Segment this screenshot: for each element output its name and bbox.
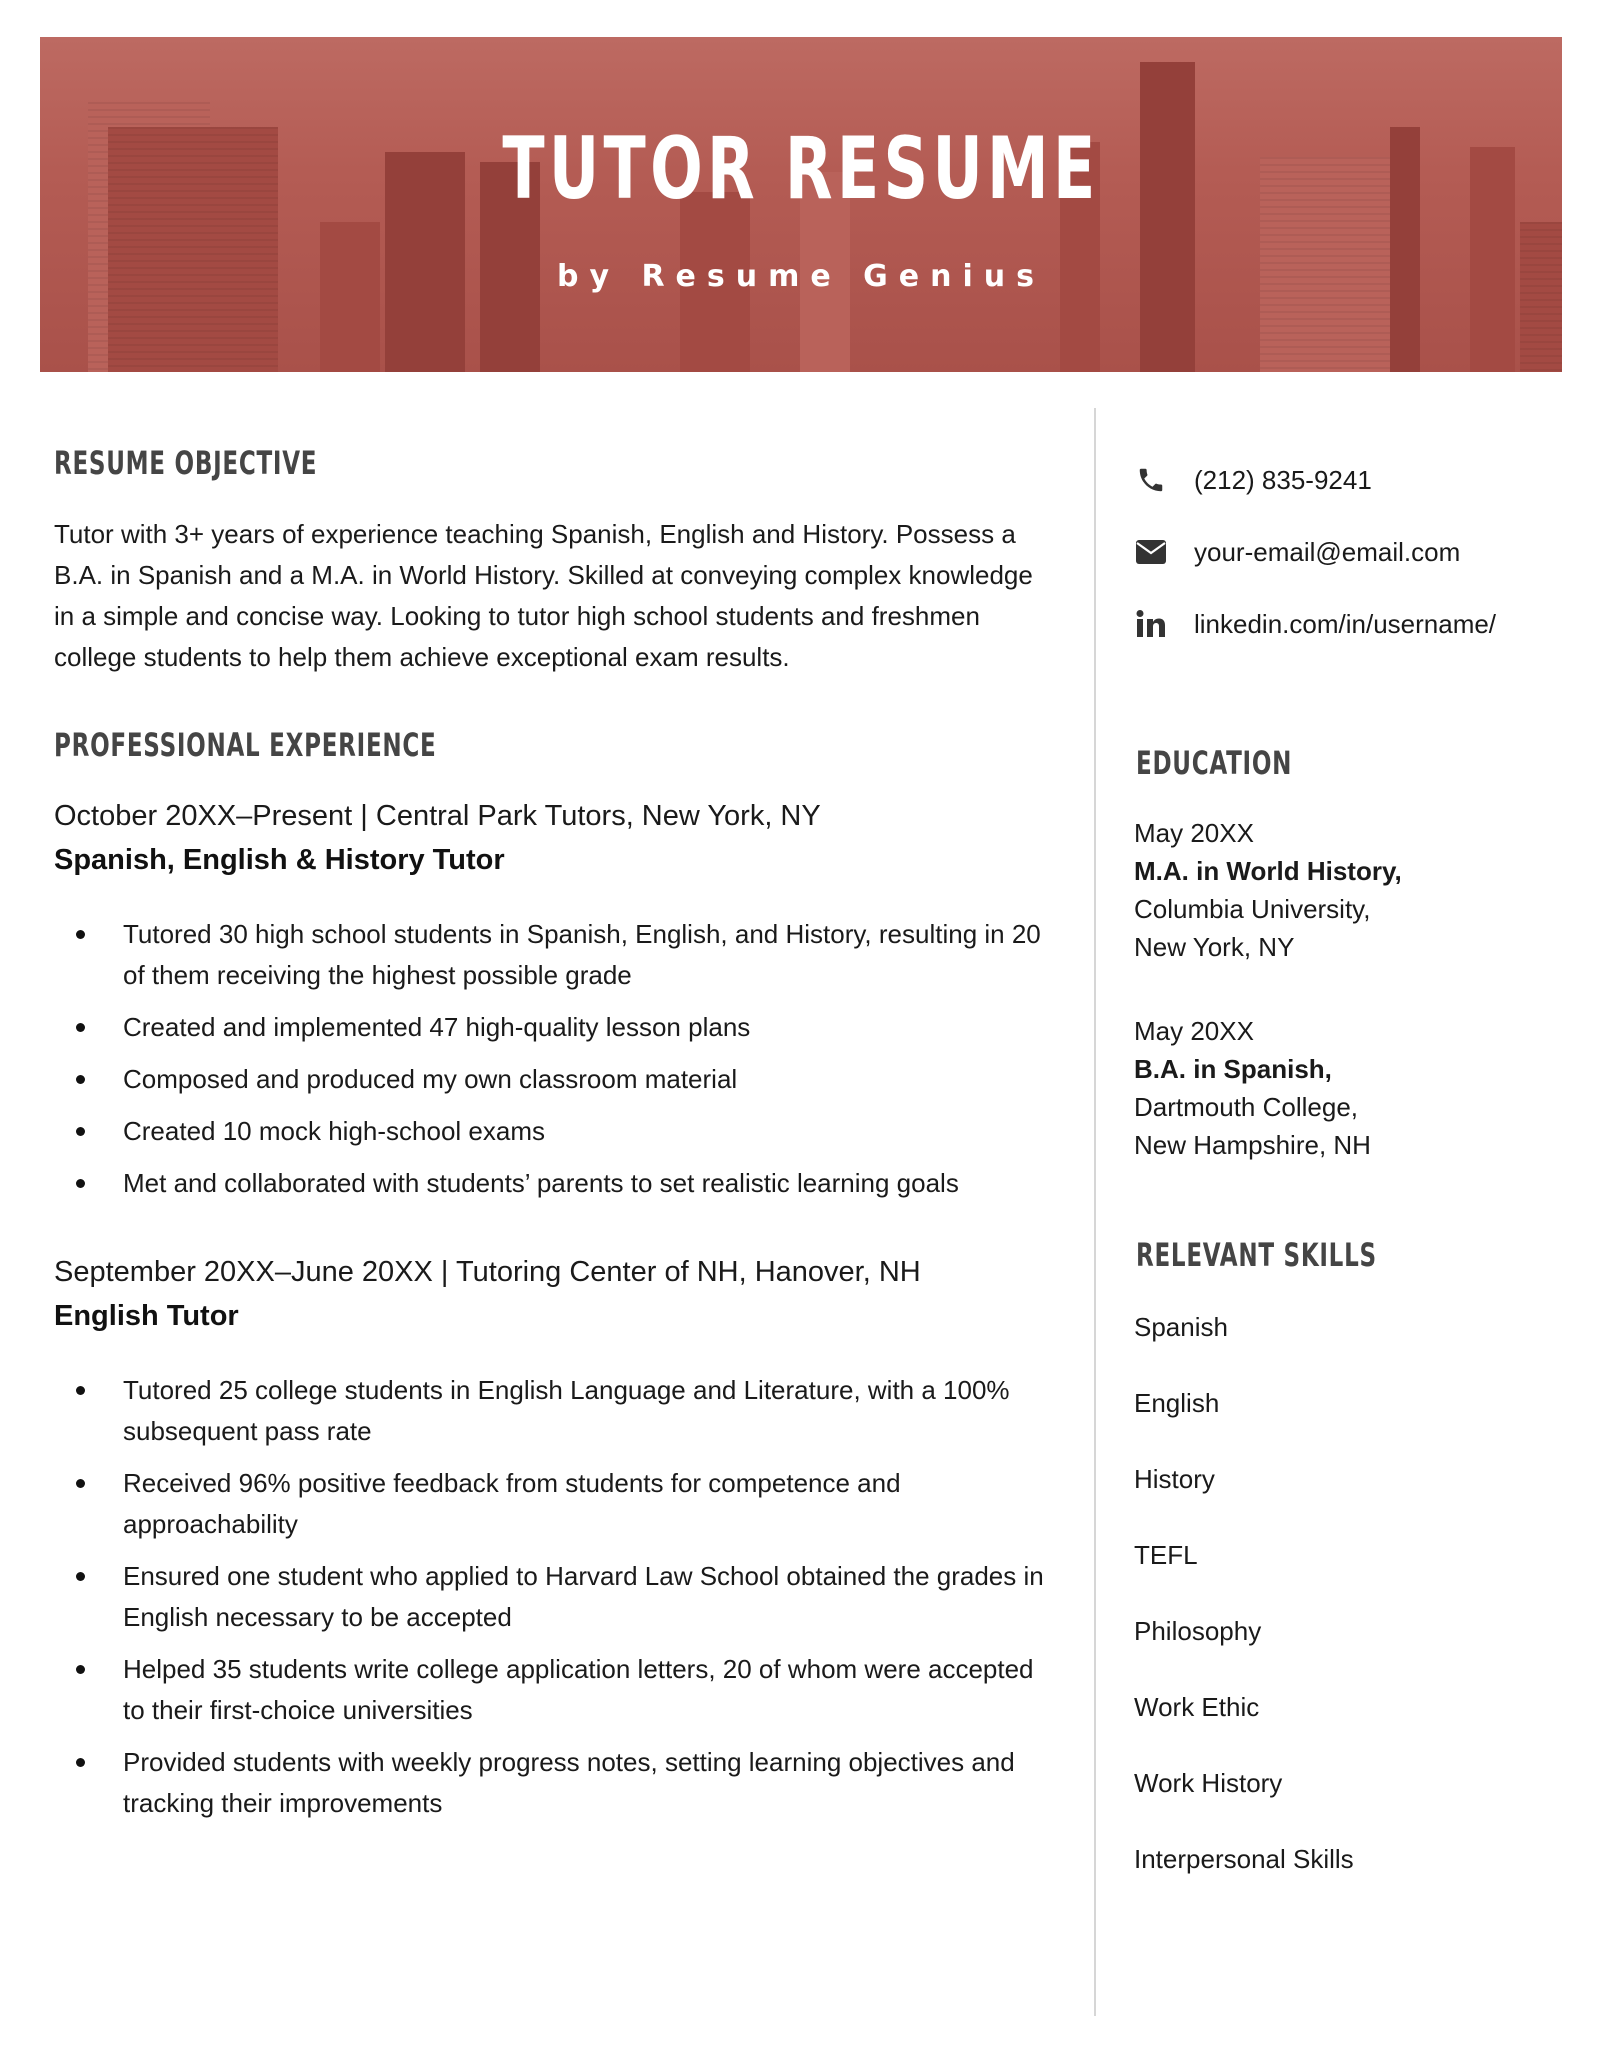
skill-item: Work History: [1134, 1768, 1283, 1798]
experience-section: PROFESSIONAL EXPERIENCE October 20XX–Pre…: [54, 726, 1054, 1824]
job-title: English Tutor: [54, 1300, 239, 1332]
bullet-item: Met and collaborated with students’ pare…: [54, 1163, 1053, 1204]
education-section: EDUCATION May 20XX M.A. in World History…: [1134, 744, 1574, 1164]
objective-text: Tutor with 3+ years of experience teachi…: [54, 519, 1033, 672]
contact-text: (212) 835-9241: [1194, 464, 1372, 495]
contact-section: (212) 835-9241 your-email@email.com link…: [1134, 444, 1574, 660]
job-entry: September 20XX–June 20XX | Tutoring Cent…: [54, 1250, 1054, 1824]
bullet-dot: [76, 1758, 85, 1767]
bullet-item: Tutored 30 high school students in Spani…: [54, 914, 1053, 996]
education-date: May 20XX: [1134, 1016, 1254, 1046]
bullet-text: Ensured one student who applied to Harva…: [123, 1561, 1044, 1632]
building-shape: [1520, 222, 1562, 372]
contact-linkedin[interactable]: linkedin.com/in/username/: [1134, 588, 1574, 660]
bullet-text: Tutored 25 college students in English L…: [123, 1375, 1010, 1446]
bullet-item: Provided students with weekly progress n…: [54, 1742, 1053, 1824]
skills-list: Spanish English History TEFL Philosophy …: [1134, 1308, 1574, 1916]
contact-email[interactable]: your-email@email.com: [1134, 516, 1574, 588]
job-meta: October 20XX–Present | Central Park Tuto…: [54, 800, 821, 832]
skill-item: TEFL: [1134, 1540, 1198, 1570]
education-location: New Hampshire, NH: [1134, 1130, 1371, 1160]
phone-icon: [1134, 465, 1168, 495]
section-heading: EDUCATION: [1136, 744, 1293, 782]
contact-text: linkedin.com/in/username/: [1194, 608, 1497, 639]
education-date: May 20XX: [1134, 818, 1254, 848]
bullet-text: Composed and produced my own classroom m…: [123, 1064, 738, 1094]
bullet-dot: [76, 1075, 85, 1084]
contact-phone[interactable]: (212) 835-9241: [1134, 444, 1574, 516]
main-column: RESUME OBJECTIVE Tutor with 3+ years of …: [54, 440, 1054, 1835]
sidebar-column: (212) 835-9241 your-email@email.com link…: [1134, 440, 1574, 1916]
linkedin-icon: [1134, 609, 1168, 639]
job-title: Spanish, English & History Tutor: [54, 844, 505, 876]
skill-item: English: [1134, 1388, 1220, 1418]
skill-item: History: [1134, 1464, 1215, 1494]
section-heading: RESUME OBJECTIVE: [54, 444, 318, 482]
education-entry: May 20XX B.A. in Spanish, Dartmouth Coll…: [1134, 1012, 1574, 1164]
objective-section: RESUME OBJECTIVE Tutor with 3+ years of …: [54, 444, 1054, 678]
bullet-text: Met and collaborated with students’ pare…: [123, 1168, 959, 1198]
skills-section: RELEVANT SKILLS Spanish English History …: [1134, 1236, 1574, 1916]
education-degree: M.A. in World History,: [1134, 856, 1402, 886]
bullet-item: Created 10 mock high-school exams: [54, 1111, 1053, 1152]
bullet-text: Created 10 mock high-school exams: [123, 1116, 545, 1146]
job-bullets: Tutored 30 high school students in Spani…: [54, 914, 1054, 1204]
bullet-dot: [76, 1665, 85, 1674]
bullet-text: Provided students with weekly progress n…: [123, 1747, 1015, 1818]
skill-item: Spanish: [1134, 1312, 1228, 1342]
bullet-item: Tutored 25 college students in English L…: [54, 1370, 1053, 1452]
bullet-item: Created and implemented 47 high-quality …: [54, 1007, 1053, 1048]
bullet-item: Ensured one student who applied to Harva…: [54, 1556, 1053, 1638]
job-entry: October 20XX–Present | Central Park Tuto…: [54, 794, 1054, 1204]
bullet-item: Composed and produced my own classroom m…: [54, 1059, 1053, 1100]
header-banner: TUTOR RESUME by Resume Genius: [40, 37, 1562, 372]
envelope-icon: [1134, 537, 1168, 567]
bullet-dot: [76, 1572, 85, 1581]
skill-item: Philosophy: [1134, 1616, 1262, 1646]
skill-item: Work Ethic: [1134, 1692, 1260, 1722]
section-heading: RELEVANT SKILLS: [1136, 1236, 1377, 1274]
skill-item: Interpersonal Skills: [1134, 1844, 1354, 1874]
job-bullets: Tutored 25 college students in English L…: [54, 1370, 1054, 1824]
bullet-text: Received 96% positive feedback from stud…: [123, 1468, 901, 1539]
bullet-dot: [76, 1179, 85, 1188]
bullet-dot: [76, 1386, 85, 1395]
bullet-text: Helped 35 students write college applica…: [123, 1654, 1034, 1725]
column-divider: [1094, 408, 1096, 2016]
bullet-text: Created and implemented 47 high-quality …: [123, 1012, 751, 1042]
bullet-item: Received 96% positive feedback from stud…: [54, 1463, 1053, 1545]
building-shape: [320, 222, 380, 372]
job-meta: September 20XX–June 20XX | Tutoring Cent…: [54, 1256, 921, 1288]
education-school: Columbia University,: [1134, 894, 1371, 924]
education-location: New York, NY: [1134, 932, 1295, 962]
bullet-dot: [76, 1023, 85, 1032]
education-degree: B.A. in Spanish,: [1134, 1054, 1332, 1084]
education-entry: May 20XX M.A. in World History, Columbia…: [1134, 814, 1574, 966]
section-heading: PROFESSIONAL EXPERIENCE: [54, 726, 437, 764]
building-shape: [1390, 127, 1420, 372]
education-school: Dartmouth College,: [1134, 1092, 1358, 1122]
bullet-dot: [76, 1127, 85, 1136]
contact-text: your-email@email.com: [1194, 536, 1461, 567]
bullet-item: Helped 35 students write college applica…: [54, 1649, 1053, 1731]
bullet-dot: [76, 1479, 85, 1488]
resume-subtitle: by Resume Genius: [556, 259, 1045, 294]
resume-title: TUTOR RESUME: [502, 119, 1100, 219]
bullet-text: Tutored 30 high school students in Spani…: [123, 919, 1041, 990]
bullet-dot: [76, 930, 85, 939]
